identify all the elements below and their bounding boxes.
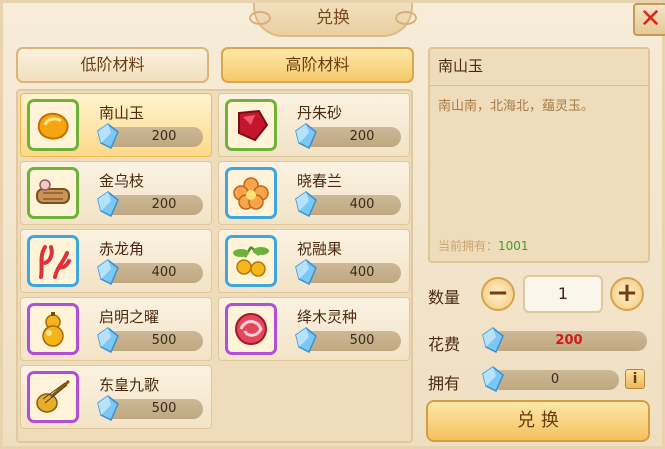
item-icon-frame (27, 167, 79, 219)
title-bar: 兑换 (249, 3, 417, 37)
crystal-gem-icon (295, 259, 317, 285)
item-icon-frame (225, 99, 277, 151)
crystal-gem-icon (482, 327, 504, 353)
info-button[interactable]: i (625, 369, 645, 389)
detail-description: 南山南，北海北，蕴灵玉。 (438, 99, 595, 114)
jade-icon (37, 112, 69, 140)
item-icon-frame (225, 167, 277, 219)
crystal-gem-icon (97, 327, 119, 353)
crystal-gem-icon (97, 395, 119, 421)
orchid-icon (233, 177, 269, 210)
coral-horn-icon (39, 245, 71, 279)
tab-high-materials[interactable]: 高阶材料 (221, 47, 414, 83)
item-icon-frame (27, 99, 79, 151)
item-icon-frame (27, 235, 79, 287)
detail-title: 南山玉 (438, 57, 484, 75)
item-name: 晓春兰 (297, 172, 343, 190)
seed-orb-icon (235, 313, 267, 345)
crystal-gem-icon (295, 191, 317, 217)
gourd-icon (42, 312, 64, 347)
detail-divider (430, 85, 648, 86)
crystal-gem-icon (97, 191, 119, 217)
owned-row-label: 拥有 (428, 374, 461, 393)
quantity-input[interactable]: 1 (523, 275, 603, 313)
crystal-gem-icon (295, 123, 317, 149)
item-detail-box: 南山玉 南山南，北海北，蕴灵玉。 当前拥有：1001 (428, 47, 650, 263)
list-item-8[interactable]: 东皇九歌 500 (20, 365, 212, 429)
item-name: 金乌枝 (99, 172, 145, 190)
list-item-5[interactable]: 祝融果 400 (218, 229, 410, 293)
list-item-7[interactable]: 绛木灵种 500 (218, 297, 410, 361)
crystal-gem-icon (295, 327, 317, 353)
exchange-button[interactable]: 兑 换 (426, 400, 650, 442)
fruit-icon (233, 246, 269, 277)
quantity-label: 数量 (428, 288, 461, 307)
item-name: 祝融果 (297, 240, 343, 258)
owned-value: 1001 (498, 239, 529, 253)
pipa-icon (36, 379, 70, 413)
item-name: 绛木灵种 (297, 308, 358, 326)
close-button[interactable]: ✕ (633, 3, 665, 36)
crystal-gem-icon (482, 366, 504, 392)
swirl-ornament-right-icon (395, 11, 417, 25)
swirl-ornament-left-icon (249, 11, 271, 25)
decrease-quantity-button[interactable]: − (481, 277, 515, 311)
branch-icon (36, 179, 70, 204)
item-name: 启明之曜 (99, 308, 160, 326)
crystal-gem-icon (97, 259, 119, 285)
list-item-1[interactable]: 丹朱砂 200 (218, 93, 410, 157)
increase-quantity-button[interactable]: + (610, 277, 644, 311)
list-item-4[interactable]: 赤龙角 400 (20, 229, 212, 293)
item-icon-frame (27, 371, 79, 423)
cost-label: 花费 (428, 335, 461, 354)
item-icon-frame (225, 303, 277, 355)
item-name: 东皇九歌 (99, 376, 160, 394)
owned-label: 当前拥有： (438, 239, 499, 253)
item-icon-frame (27, 303, 79, 355)
exchange-panel: 兑换 ✕ 低阶材料 高阶材料 南山玉 200 丹朱砂 200 金乌枝 200 晓… (0, 0, 665, 449)
list-item-0[interactable]: 南山玉 200 (20, 93, 212, 157)
item-name: 赤龙角 (99, 240, 145, 258)
total-cost-value: 200 (491, 331, 647, 351)
crystal-gem-icon (97, 123, 119, 149)
tab-low-materials[interactable]: 低阶材料 (16, 47, 209, 83)
item-name: 南山玉 (99, 104, 145, 122)
list-item-6[interactable]: 启明之曜 500 (20, 297, 212, 361)
item-icon-frame (225, 235, 277, 287)
item-name: 丹朱砂 (297, 104, 343, 122)
cinnabar-icon (238, 109, 269, 142)
list-item-2[interactable]: 金乌枝 200 (20, 161, 212, 225)
owned-currency-value: 0 (491, 370, 619, 390)
list-item-3[interactable]: 晓春兰 400 (218, 161, 410, 225)
panel-title: 兑换 (316, 8, 350, 28)
detail-owned: 当前拥有：1001 (438, 237, 529, 254)
